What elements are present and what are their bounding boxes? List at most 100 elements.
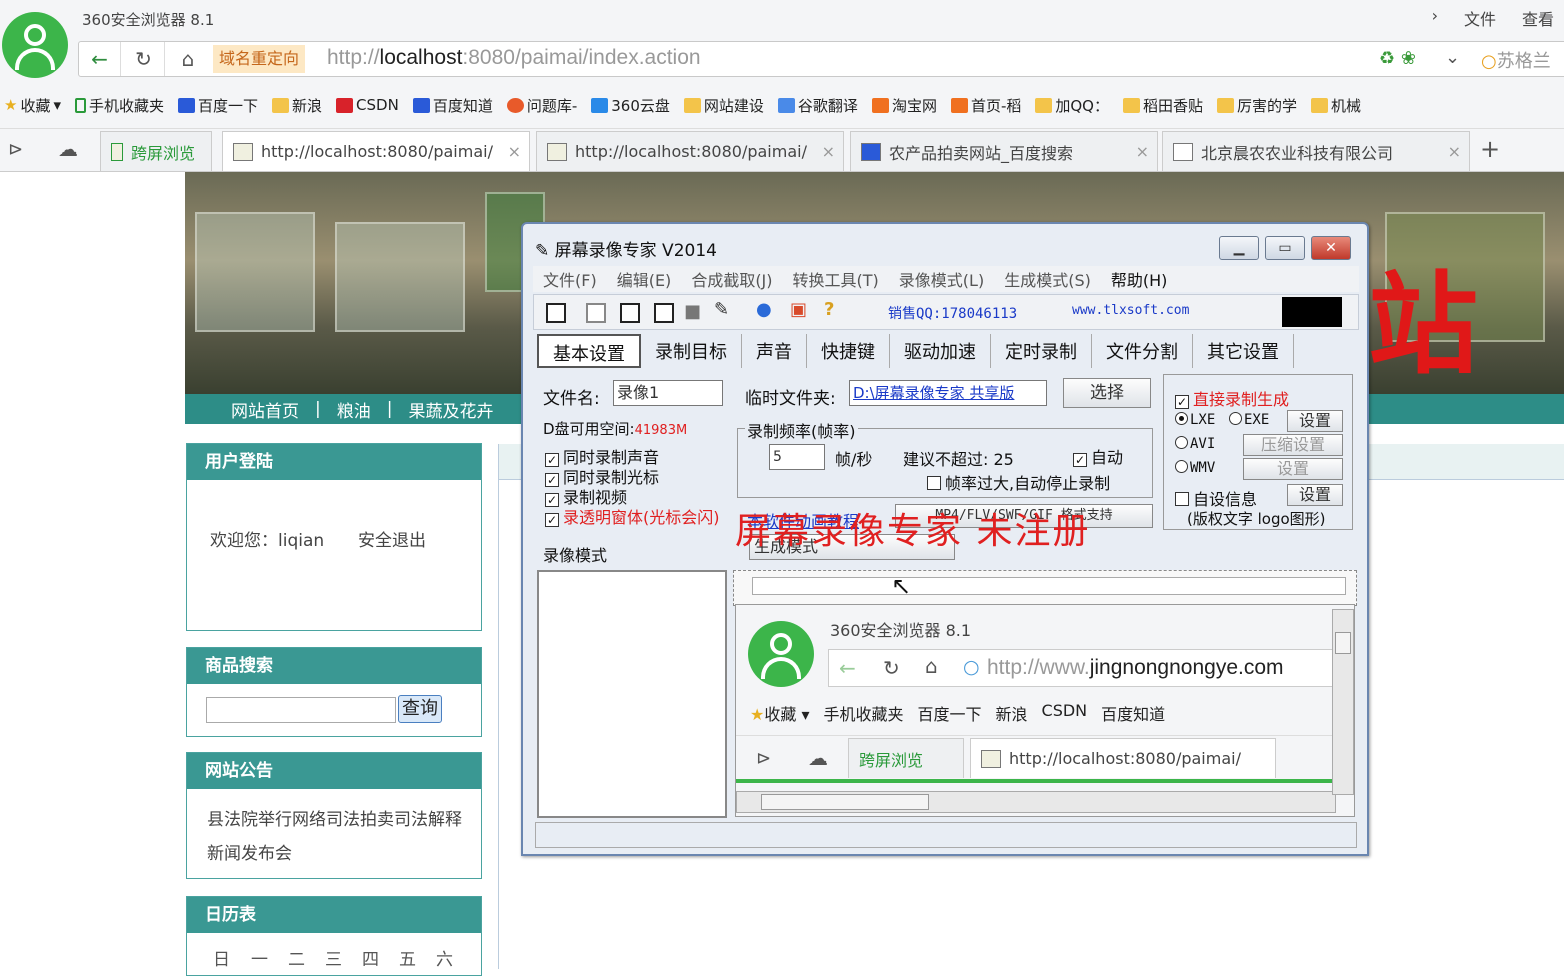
search-input[interactable]: ○苏格兰 — [1481, 47, 1551, 73]
tab-active[interactable]: http://localhost:8080/paimai/× — [222, 131, 530, 171]
help-icon[interactable]: ? — [824, 299, 834, 320]
disk-space: D盘可用空间:41983M — [543, 420, 688, 438]
tab-target[interactable]: 录制目标 — [641, 334, 742, 368]
pencil-icon[interactable]: ✎ — [714, 299, 729, 320]
logout-link[interactable]: 安全退出 — [358, 526, 426, 551]
record-icon[interactable] — [586, 303, 606, 323]
checkbox-icon: ✓ — [1073, 453, 1087, 467]
tab-split[interactable]: 文件分割 — [1092, 334, 1193, 368]
stop-icon[interactable] — [654, 303, 674, 323]
recorder-title: ✎ 屏幕录像专家 V2014 — [535, 241, 717, 261]
tab-schedule[interactable]: 定时录制 — [991, 334, 1092, 368]
bookmark-item[interactable]: 稻田香贴 — [1123, 92, 1203, 118]
close-icon[interactable]: × — [1136, 142, 1149, 161]
cross-screen-button[interactable]: 跨屏浏览 — [100, 131, 212, 171]
bookmark-item[interactable]: 百度知道 — [412, 92, 493, 118]
bookmark-item[interactable]: CSDN — [336, 92, 399, 118]
bookmark-item[interactable]: 新浪 — [272, 92, 322, 118]
new-tab-icon[interactable]: + — [1480, 135, 1500, 163]
tempdir-input[interactable]: D:\屏幕录像专家 共享版 — [849, 380, 1047, 406]
format-avi[interactable]: AVI — [1175, 436, 1215, 452]
bookmark-item[interactable]: 机械 — [1311, 92, 1361, 118]
settings-icon[interactable]: ▣ — [790, 299, 807, 320]
menu-convert[interactable]: 转换工具(T) — [793, 267, 879, 291]
auto-checkbox[interactable]: ✓ 自动 — [1073, 444, 1123, 468]
menu-help[interactable]: 帮助(H) — [1111, 267, 1168, 291]
menu-file[interactable]: 文件(F) — [543, 267, 597, 291]
cloud-icon[interactable]: ☁ — [58, 137, 78, 161]
dropdown-icon[interactable]: ⌄ — [1445, 47, 1460, 68]
search-button[interactable]: 查询 — [398, 695, 442, 723]
close-icon[interactable]: × — [822, 142, 835, 161]
fps-input[interactable]: 5 — [769, 444, 825, 470]
camera-icon[interactable]: ■ — [684, 301, 701, 322]
sidebar-toggle-icon[interactable]: ⊳ — [8, 139, 23, 160]
direct-gen-checkbox[interactable]: ✓ 直接录制生成 — [1175, 386, 1289, 410]
menu-file[interactable]: 文件 — [1464, 6, 1496, 30]
url-input[interactable]: http://localhost:8080/paimai/index.actio… — [327, 46, 701, 70]
format-lxe[interactable]: LXE — [1175, 412, 1215, 428]
redirect-badge[interactable]: 域名重定向 — [213, 45, 306, 73]
close-icon[interactable]: × — [1448, 142, 1461, 161]
choose-button[interactable]: 选择 — [1063, 378, 1151, 408]
nav-grain[interactable]: 粮油 — [337, 397, 371, 422]
globe-icon[interactable]: ● — [756, 299, 772, 320]
format-exe[interactable]: EXE — [1229, 412, 1269, 428]
auto-stop-checkbox[interactable]: 帧率过大,自动停止录制 — [927, 470, 1110, 494]
close-icon[interactable]: × — [508, 142, 521, 161]
close-button[interactable]: ✕ — [1311, 236, 1351, 260]
minimize-button[interactable]: ▁ — [1219, 236, 1259, 260]
bookmark-item[interactable]: 首页-稻 — [950, 92, 1021, 118]
menu-view[interactable]: 查看 — [1522, 6, 1554, 30]
bookmark-item[interactable]: 厉害的学 — [1217, 92, 1297, 118]
bookmark-item[interactable]: 问题库- — [506, 92, 577, 118]
bookmark-item[interactable]: 淘宝网 — [871, 92, 937, 118]
check-cursor[interactable]: ✓ 同时录制光标 — [545, 468, 659, 488]
lxe-setting-button[interactable]: 设置 — [1287, 410, 1343, 432]
wmv-setting-button[interactable]: 设置 — [1243, 458, 1343, 480]
horizontal-scrollbar[interactable] — [736, 791, 1336, 813]
tab-basic[interactable]: 基本设置 — [537, 334, 641, 368]
pause-icon[interactable] — [620, 303, 640, 323]
tab[interactable]: 北京晨农农业科技有限公司 × — [1162, 131, 1470, 171]
check-video[interactable]: ✓ 录制视频 — [545, 488, 627, 508]
bookmark-item[interactable]: 手机收藏夹 — [75, 92, 164, 118]
menu-edit[interactable]: 编辑(E) — [617, 267, 672, 291]
menu-record-mode[interactable]: 录像模式(L) — [899, 267, 984, 291]
maximize-button[interactable]: ▭ — [1265, 236, 1305, 260]
website-link[interactable]: www.tlxsoft.com — [1072, 303, 1189, 318]
tab-other[interactable]: 其它设置 — [1193, 334, 1294, 368]
bookmark-item[interactable]: 加QQ： — [1035, 92, 1109, 118]
chevron-right-icon[interactable]: › — [1432, 6, 1438, 30]
format-wmv[interactable]: WMV — [1175, 460, 1215, 476]
notice-item[interactable]: 县法院举行网络司法拍卖司法解释新闻发布会 — [207, 803, 467, 871]
tab-sound[interactable]: 声音 — [742, 334, 807, 368]
product-search-input[interactable] — [206, 697, 396, 723]
vertical-scrollbar[interactable] — [1332, 609, 1354, 795]
extension-icon[interactable]: ♻ ❀ — [1379, 48, 1416, 69]
back-icon[interactable]: ← — [79, 42, 121, 76]
tab[interactable]: 农产品拍卖网站_百度搜索 × — [850, 131, 1158, 171]
check-sound[interactable]: ✓ 同时录制声音 — [545, 448, 659, 468]
tab-hotkey[interactable]: 快捷键 — [807, 334, 890, 368]
home-icon[interactable]: ⌂ — [167, 42, 209, 76]
custom-setting-button[interactable]: 设置 — [1287, 484, 1343, 506]
menu-compose[interactable]: 合成截取(J) — [691, 267, 772, 291]
tab[interactable]: http://localhost:8080/paimai/× — [536, 131, 844, 171]
filename-input[interactable]: 录像1 — [613, 380, 723, 406]
bookmark-item[interactable]: 谷歌翻译 — [777, 92, 858, 118]
compress-setting-button[interactable]: 压缩设置 — [1243, 434, 1343, 456]
tab-driver[interactable]: 驱动加速 — [890, 334, 991, 368]
nav-home[interactable]: 网站首页 — [231, 397, 299, 422]
bookmark-item[interactable]: 百度一下 — [178, 92, 258, 118]
menu-gen-mode[interactable]: 生成模式(S) — [1004, 267, 1091, 291]
nav-fruit[interactable]: 果蔬及花卉 — [408, 397, 493, 422]
bookmark-item[interactable]: 网站建设 — [683, 92, 764, 118]
bookmark-favorites[interactable]: ★ 收藏 ▾ — [4, 92, 61, 118]
custom-info-checkbox[interactable]: 自设信息 — [1175, 486, 1257, 510]
refresh-icon[interactable]: ↻ — [123, 42, 165, 76]
check-transparent[interactable]: ✓ 录透明窗体(光标会闪) — [545, 508, 720, 528]
record-mode-list[interactable] — [537, 570, 727, 818]
bookmark-item[interactable]: 360云盘 — [591, 92, 670, 118]
new-file-icon[interactable] — [546, 303, 566, 323]
